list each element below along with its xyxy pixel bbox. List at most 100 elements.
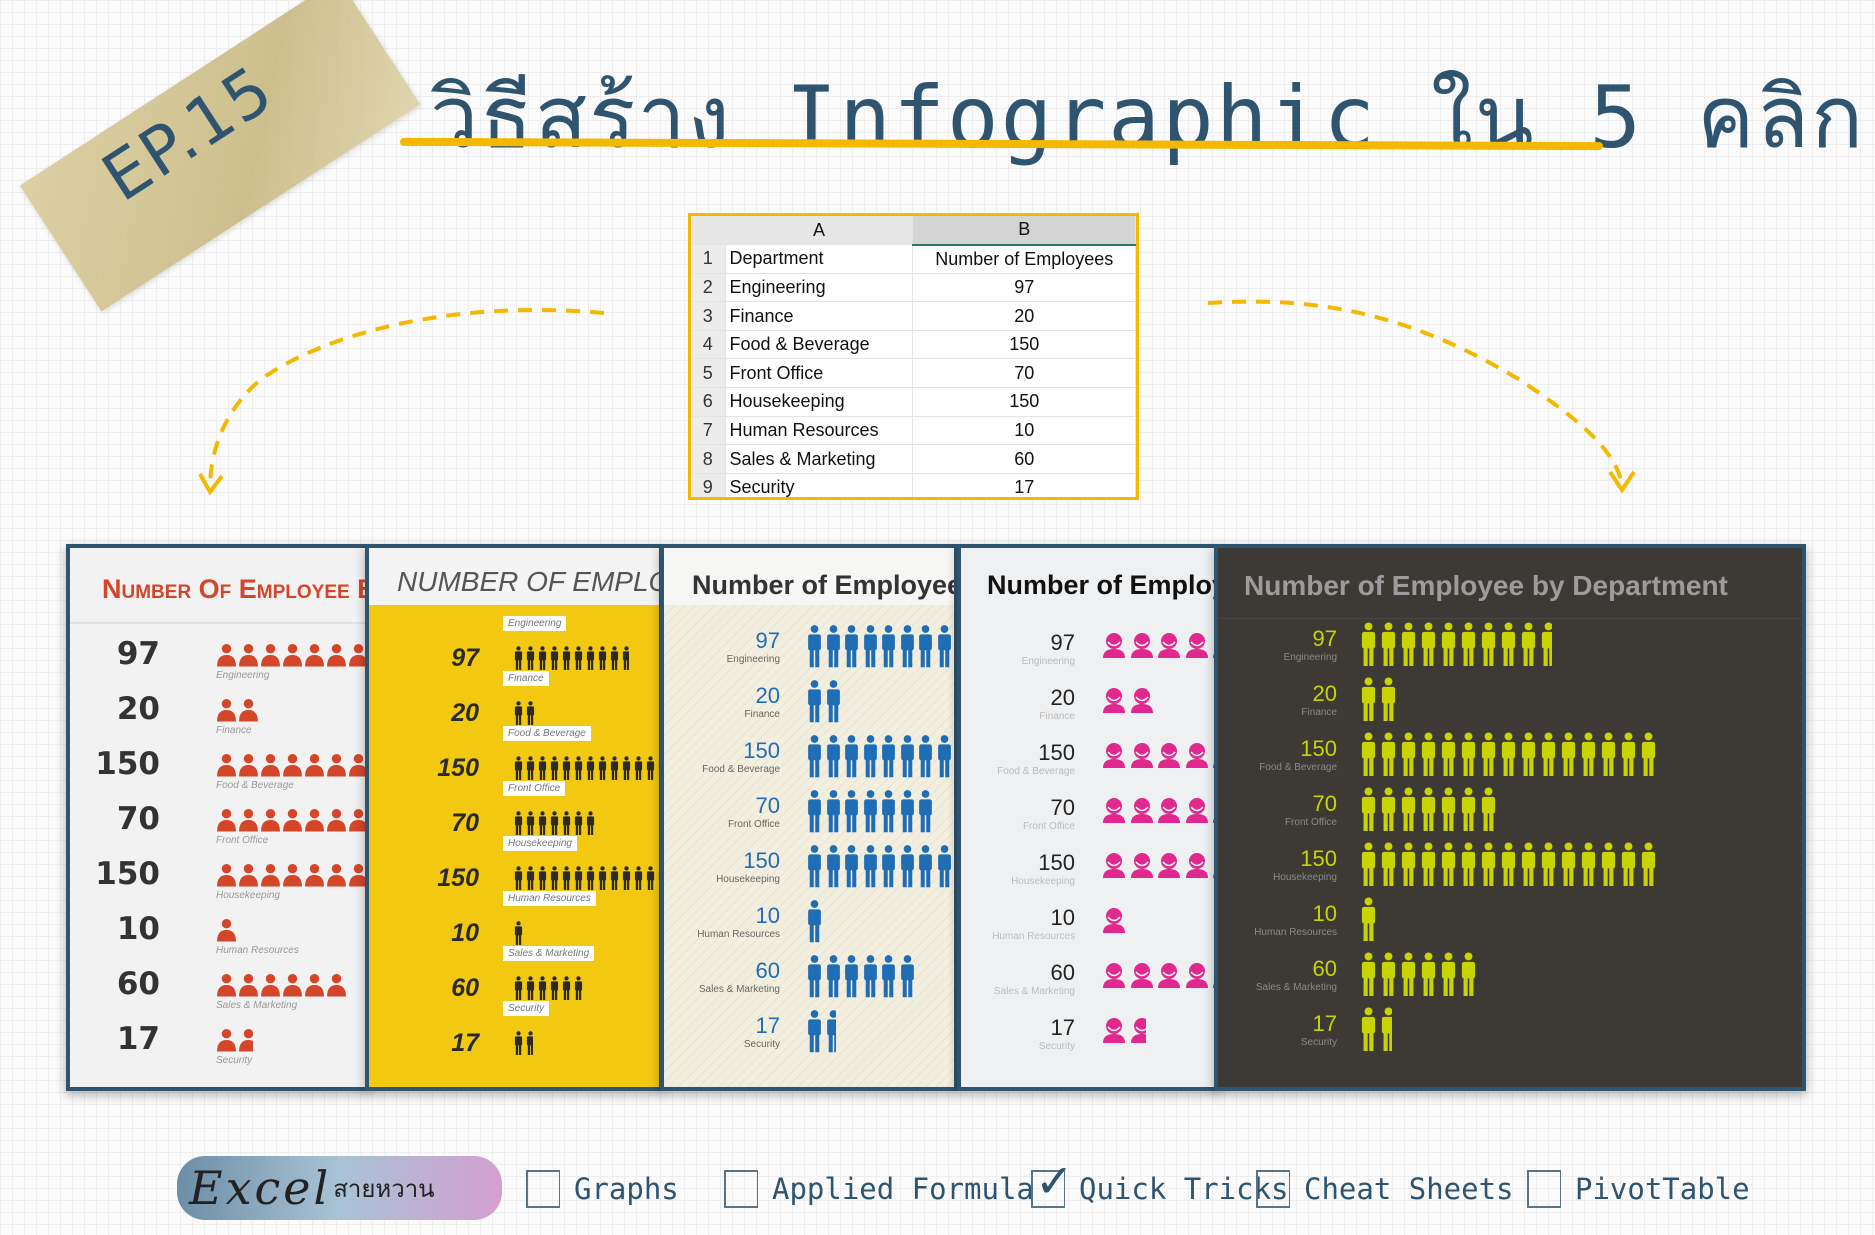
icon-strip <box>806 677 843 725</box>
person-icon <box>645 756 656 780</box>
infographic-title: Number of Employee by Department <box>397 566 659 597</box>
person-icon <box>825 677 842 725</box>
person-icon <box>216 697 237 723</box>
person-icon <box>1479 787 1498 831</box>
category-label: Front Office <box>216 835 269 846</box>
category-label: Housekeeping <box>216 890 280 901</box>
category-label: Engineering <box>1021 656 1075 667</box>
icon-strip <box>1102 962 1215 988</box>
value-label: 17 <box>1050 1015 1075 1040</box>
person-icon <box>825 952 842 1000</box>
value-label: 150 <box>437 754 479 782</box>
person-icon <box>238 807 259 833</box>
person-icon <box>1379 677 1398 721</box>
person-icon <box>1359 622 1378 666</box>
avatar-icon <box>1102 852 1126 878</box>
category-cheat-sheets[interactable]: Cheat Sheets <box>1256 1170 1514 1208</box>
icon-strip <box>1102 852 1215 878</box>
person-icon <box>806 677 823 725</box>
person-icon <box>1379 952 1398 996</box>
category-label: Front Office <box>1284 817 1337 828</box>
checkbox[interactable]: ✓ <box>1031 1154 1074 1208</box>
value-label: 60 <box>1050 960 1075 985</box>
person-icon <box>806 732 823 780</box>
person-icon <box>549 811 560 835</box>
avatar-icon <box>1157 742 1181 768</box>
person-icon <box>1419 732 1438 776</box>
pictograph-row: 17 Security <box>70 1021 365 1071</box>
person-icon <box>1379 622 1398 666</box>
person-icon <box>936 842 953 890</box>
person-icon <box>513 976 524 1000</box>
category-label: Food & Beverage <box>503 726 591 741</box>
category-label: Food & Beverage <box>997 766 1075 777</box>
person-icon <box>1399 842 1418 886</box>
category-label: Graphs <box>574 1172 679 1206</box>
infographic-red: Number of Employee by Department 97 Engin… <box>66 544 369 1091</box>
person-icon <box>597 756 608 780</box>
person-icon <box>549 756 560 780</box>
avatar-icon <box>1102 632 1126 658</box>
category-quick-tricks[interactable]: ✓ Quick Tricks <box>1031 1154 1289 1208</box>
person-icon <box>1359 897 1378 941</box>
person-icon <box>282 862 303 888</box>
pictograph-row: 150 Food & Beverage <box>70 746 365 796</box>
category-label: Sales & Marketing <box>698 984 780 995</box>
person-icon <box>585 646 596 670</box>
value-label: 150 <box>1038 850 1075 875</box>
category-label: Human Resources <box>697 929 780 940</box>
person-icon <box>304 642 325 668</box>
person-icon <box>282 642 303 668</box>
value-label: 10 <box>755 903 780 928</box>
category-label: Front Office <box>503 781 566 796</box>
person-icon <box>1499 622 1518 666</box>
person-icon <box>513 646 524 670</box>
person-icon <box>282 752 303 778</box>
checkbox[interactable] <box>1527 1170 1561 1208</box>
icon-strip <box>513 921 525 945</box>
person-icon <box>238 1027 253 1053</box>
checkbox[interactable] <box>526 1170 560 1208</box>
category-label: Food & Beverage <box>702 764 780 775</box>
person-icon <box>1439 842 1458 886</box>
person-icon <box>1379 1007 1393 1051</box>
pictograph-row: 17 Security <box>961 1015 1215 1071</box>
person-icon <box>1479 622 1498 666</box>
checkbox[interactable] <box>724 1170 758 1208</box>
icon-strip <box>513 866 659 890</box>
category-label: Engineering <box>1283 652 1337 663</box>
person-icon <box>899 787 916 835</box>
avatar-icon <box>1130 742 1154 768</box>
person-icon <box>216 642 237 668</box>
avatar-icon <box>1130 797 1154 823</box>
person-icon <box>843 732 860 780</box>
category-applied-formula[interactable]: Applied Formula <box>724 1170 1034 1208</box>
icon-strip <box>806 897 825 945</box>
person-icon <box>621 756 632 780</box>
checkbox[interactable] <box>1256 1170 1290 1208</box>
person-icon <box>609 646 620 670</box>
icon-strip <box>216 807 365 833</box>
arrows <box>198 299 1636 496</box>
person-icon <box>1379 787 1398 831</box>
person-icon <box>1399 952 1418 996</box>
divider <box>1218 618 1802 619</box>
person-icon <box>326 862 347 888</box>
infographic-title: Number of Employee by Department <box>1244 570 1728 601</box>
person-icon <box>260 972 281 998</box>
person-icon <box>585 866 596 890</box>
person-icon <box>216 752 237 778</box>
value-label: 70 <box>451 809 479 837</box>
person-icon <box>1399 622 1418 666</box>
category-label: Human Resources <box>1254 927 1337 938</box>
person-icon <box>549 646 560 670</box>
person-icon <box>806 952 823 1000</box>
category-graphs[interactable]: Graphs <box>526 1170 679 1208</box>
person-icon <box>597 866 608 890</box>
person-icon <box>825 842 842 890</box>
avatar-icon <box>1185 797 1209 823</box>
value-label: 60 <box>755 958 780 983</box>
category-pivottable[interactable]: PivotTable <box>1527 1170 1750 1208</box>
person-icon <box>825 622 842 670</box>
person-icon <box>537 811 548 835</box>
